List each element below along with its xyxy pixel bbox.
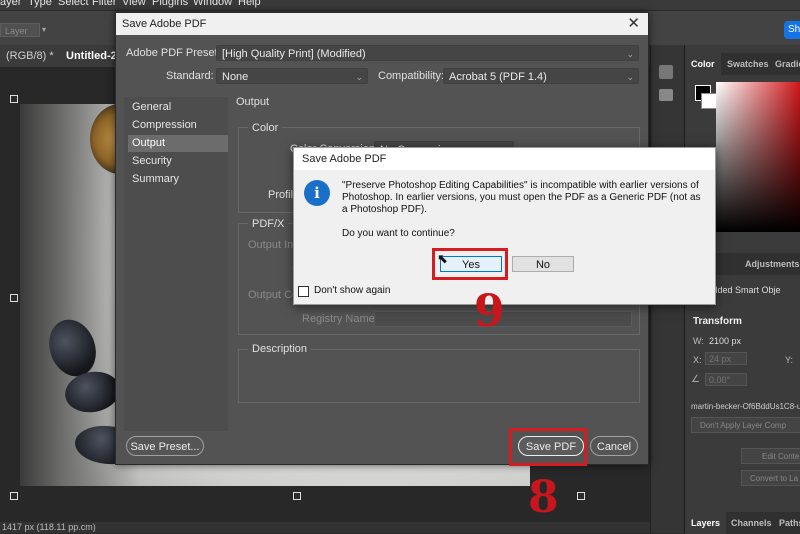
output-condition-label: Output Co (248, 289, 299, 301)
x-label: X: (693, 355, 702, 365)
chevron-down-icon: ⌄ (626, 72, 634, 82)
width-label: W: (693, 336, 704, 346)
dialog-titlebar: Save Adobe PDF ✕ (116, 13, 648, 35)
chevron-down-icon[interactable]: ▾ (42, 23, 52, 37)
tab-gradients[interactable]: Gradie (775, 53, 800, 75)
tab-paths[interactable]: Paths (779, 512, 800, 534)
menu-layer[interactable]: ayer (0, 0, 21, 8)
registry-name-label: Registry Name: (302, 313, 378, 325)
nav-output[interactable]: Output (128, 135, 228, 152)
preset-select[interactable]: [High Quality Print] (Modified) ⌄ (216, 45, 639, 61)
alert-titlebar: Save Adobe PDF (294, 148, 715, 170)
save-preset-button[interactable]: Save Preset... (126, 436, 204, 456)
no-button[interactable]: No (512, 256, 574, 272)
transform-handle[interactable] (10, 294, 18, 302)
share-button[interactable]: Sh (784, 21, 800, 39)
alert-message: "Preserve Photoshop Editing Capabilities… (342, 180, 701, 215)
menu-view[interactable]: View (122, 0, 146, 8)
tab-layers[interactable]: Layers (685, 512, 727, 534)
menu-type[interactable]: Type (28, 0, 52, 8)
dont-show-again-checkbox[interactable] (298, 286, 309, 297)
transform-handle[interactable] (293, 492, 301, 500)
transform-handle[interactable] (10, 492, 18, 500)
transform-handle[interactable] (577, 492, 585, 500)
alert-question: Do you want to continue? (342, 228, 455, 239)
step-number-9: 9 (474, 286, 505, 337)
nav-compression[interactable]: Compression (128, 117, 228, 134)
layers-panel-tabs: Layers Channels Paths (685, 512, 800, 534)
step-number-8: 8 (528, 472, 559, 523)
nav-summary[interactable]: Summary (128, 171, 228, 188)
tab-channels[interactable]: Channels (731, 512, 772, 534)
tab-swatches[interactable]: Swatches (727, 53, 769, 75)
comment-icon[interactable] (659, 89, 673, 101)
compatibility-alert-dialog: Save Adobe PDF i "Preserve Photoshop Edi… (293, 147, 716, 305)
layer-comp-select[interactable]: Don't Apply Layer Comp (691, 417, 800, 433)
nav-general[interactable]: General (128, 99, 228, 116)
menu-help[interactable]: Help (238, 0, 261, 8)
nav-security[interactable]: Security (128, 153, 228, 170)
convert-to-layers-button[interactable]: Convert to La (741, 470, 800, 486)
angle-icon: ∠ (691, 374, 700, 385)
transform-handle[interactable] (10, 95, 18, 103)
standard-label: Standard: (166, 70, 214, 82)
color-picker-field[interactable] (716, 82, 800, 232)
menu-select[interactable]: Select (58, 0, 89, 8)
brush-settings-icon[interactable] (659, 65, 673, 79)
pdfx-group-title: PDF/X (248, 218, 289, 230)
preset-label: Adobe PDF Preset: (126, 47, 221, 59)
edit-contents-button[interactable]: Edit Conte (741, 448, 800, 464)
dialog-title: Save Adobe PDF (122, 18, 207, 30)
compatibility-label: Compatibility: (378, 70, 445, 82)
color-panel-tabs: Color Swatches Gradie (685, 53, 800, 75)
chevron-down-icon: ⌄ (626, 49, 634, 59)
cancel-button[interactable]: Cancel (590, 436, 638, 456)
transform-heading: Transform (693, 316, 742, 327)
section-title: Output (236, 96, 270, 108)
width-value[interactable]: 2100 px (709, 336, 741, 346)
x-field[interactable]: 24 px (705, 352, 747, 365)
color-group-title: Color (248, 122, 283, 134)
highlight-save-pdf (509, 428, 587, 466)
chevron-down-icon: ⌄ (355, 72, 363, 82)
background-color-swatch[interactable] (701, 93, 717, 109)
info-icon: i (304, 180, 330, 206)
y-label: Y: (785, 355, 794, 365)
layer-filename: martin-becker-Of6BddUs1C8-u (691, 402, 800, 411)
menu-bar: ayer Type Select Filter View Plugins Win… (0, 0, 800, 10)
menu-filter[interactable]: Filter (92, 0, 116, 8)
description-title: Description (248, 343, 312, 355)
description-group (238, 349, 640, 403)
menu-plugins[interactable]: Plugins (152, 0, 188, 8)
status-bar: 1417 px (118.11 pp.cm) (0, 522, 650, 533)
menu-window[interactable]: Window (193, 0, 232, 8)
layer-select[interactable]: Layer (0, 23, 40, 37)
highlight-yes (432, 248, 508, 280)
close-icon[interactable]: ✕ (627, 13, 640, 35)
dont-show-again-label: Don't show again (314, 285, 391, 296)
standard-select[interactable]: None ⌄ (216, 68, 368, 84)
tab-color[interactable]: Color (685, 53, 721, 75)
tab-adjustments[interactable]: Adjustments (745, 253, 800, 275)
section-list: General Compression Output Security Summ… (124, 97, 228, 431)
angle-field[interactable]: 0.00° (705, 373, 747, 386)
alert-title: Save Adobe PDF (302, 153, 387, 165)
compatibility-select[interactable]: Acrobat 5 (PDF 1.4) ⌄ (443, 68, 639, 84)
